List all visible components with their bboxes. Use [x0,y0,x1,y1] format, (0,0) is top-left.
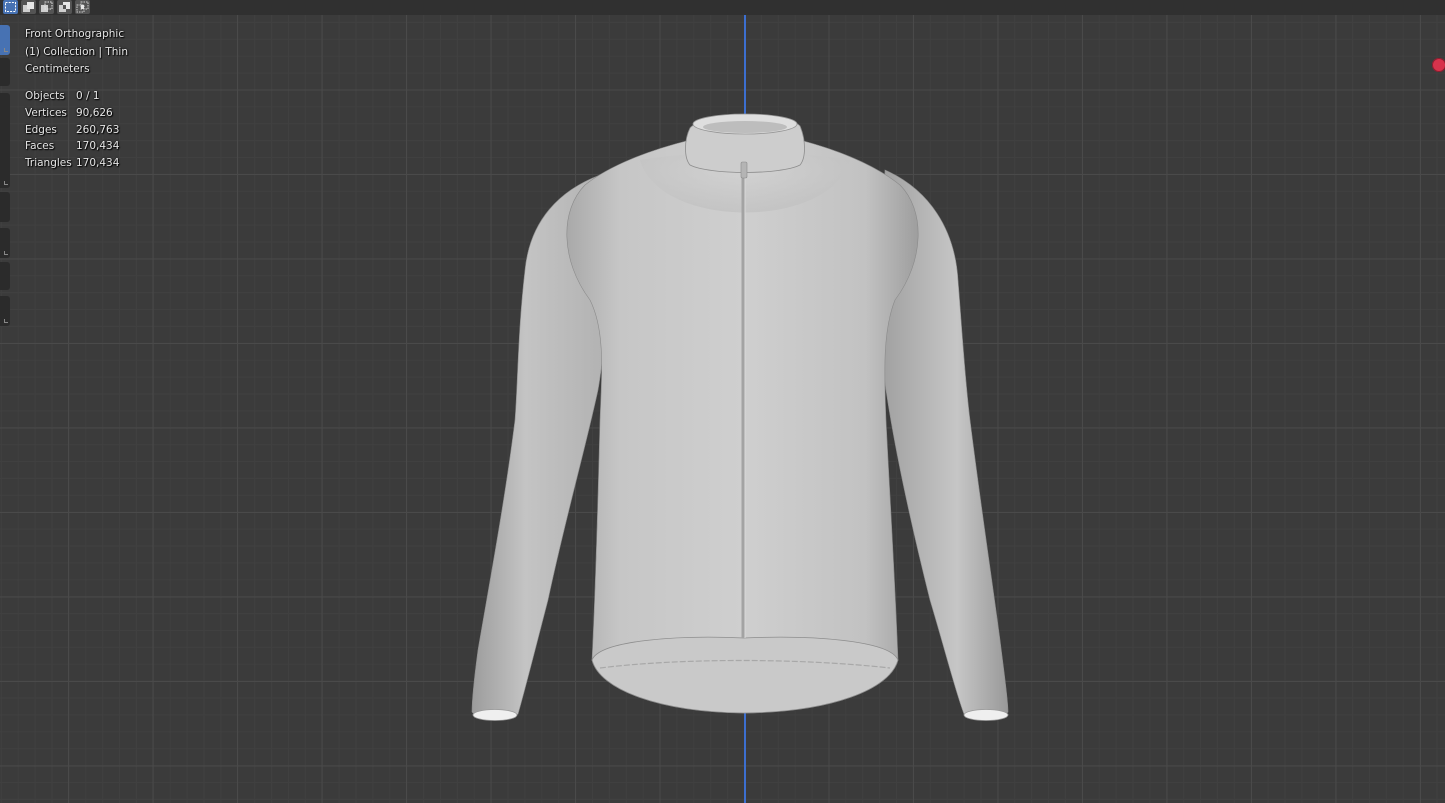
viewport-info: Front Orthographic (1) Collection | Thin… [25,26,128,79]
stat-row-vertices: Vertices 90,626 [25,105,119,122]
tool-annotate[interactable] [0,192,10,222]
stat-value: 170,434 [76,140,120,153]
stat-label: Objects [25,90,65,102]
select-intersect-icon[interactable] [75,0,90,14]
tool-submenu-indicator [4,48,8,52]
stat-row-triangles: Triangles 170,434 [25,155,119,172]
tool-cursor[interactable] [0,58,10,86]
tool-measure[interactable] [0,228,10,258]
jersey-mesh[interactable] [0,0,1445,803]
stat-value: 260,763 [76,123,120,136]
select-new-icon[interactable] [3,0,18,14]
stat-value: 90,626 [76,106,113,119]
tool-submenu-indicator [4,319,8,323]
tool-submenu-indicator [4,251,8,255]
tool-select-box[interactable] [0,25,10,55]
select-subtract-icon[interactable] [39,0,54,14]
x-axis-gizmo-icon[interactable] [1432,58,1445,72]
stat-value: 0 / 1 [76,90,100,102]
units-label: Centimeters [25,63,90,75]
tool-extra[interactable] [0,296,10,326]
viewport-header [0,0,1445,15]
3d-viewport[interactable]: Front Orthographic (1) Collection | Thin… [0,0,1445,803]
stat-label: Triangles [25,157,72,170]
select-difference-icon[interactable] [57,0,72,14]
select-extend-icon[interactable] [21,0,36,14]
collection-info: (1) Collection | Thin [25,45,129,58]
stat-value: 170,434 [76,157,120,170]
view-name: Front Orthographic [25,28,125,40]
stat-row-edges: Edges 260,763 [25,122,119,139]
stat-label: Faces [25,140,55,153]
scene-statistics: Objects 0 / 1 Vertices 90,626 Edges 260,… [25,88,119,172]
tool-transform-group[interactable] [0,93,10,188]
stat-label: Edges [25,123,57,136]
stat-label: Vertices [25,106,67,119]
stat-row-objects: Objects 0 / 1 [25,88,119,105]
tool-submenu-indicator [4,181,8,185]
tool-add-cube[interactable] [0,262,10,290]
stat-row-faces: Faces 170,434 [25,138,119,155]
